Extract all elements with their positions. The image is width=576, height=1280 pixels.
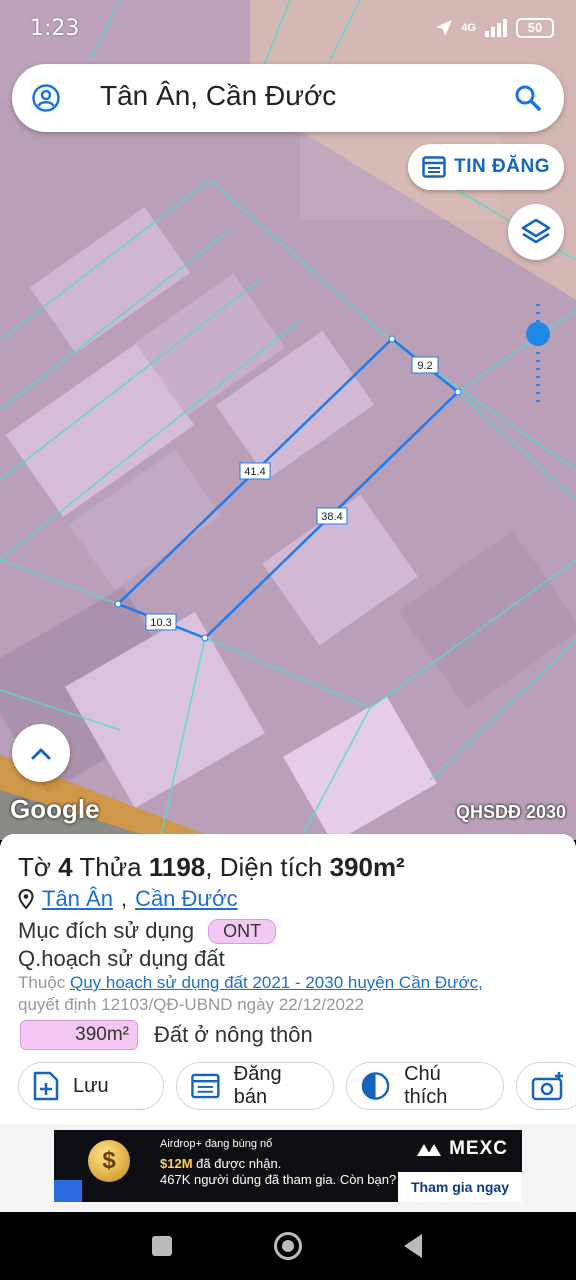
parcel-title: Tờ 4 Thửa 1198, Diện tích 390m² xyxy=(18,852,405,883)
plan-decision: quyết định 12103/QĐ-UBND ngày 22/12/2022 xyxy=(18,995,364,1014)
google-logo: Google xyxy=(10,794,100,824)
area-label: , Diện tích xyxy=(205,852,323,882)
search-input[interactable]: Tân Ân, Cần Đước xyxy=(100,80,336,112)
expand-button[interactable] xyxy=(12,724,70,782)
battery-icon: 50 xyxy=(516,18,554,38)
recent-apps-button[interactable] xyxy=(152,1236,172,1256)
add-photo-icon xyxy=(531,1072,563,1101)
ad-line3: 467K người dùng đã tham gia. Còn bạn? xyxy=(160,1172,397,1187)
map-layer-label: QHSDĐ 2030 xyxy=(455,802,566,822)
ward-link[interactable]: Tân Ân xyxy=(42,886,113,912)
plot-number: 1198 xyxy=(148,852,206,882)
save-button[interactable]: Lưu xyxy=(18,1062,164,1110)
legend-button[interactable]: Chú thích xyxy=(346,1062,504,1110)
post-sale-button[interactable]: Đăng bán xyxy=(176,1062,334,1110)
layers-button[interactable] xyxy=(508,204,564,260)
zone-area-row: 390m² Đất ở nông thôn xyxy=(20,1020,313,1050)
edge-label-bottom: 10.3 xyxy=(150,617,171,629)
action-row: Lưu Đăng bán Chú thích xyxy=(18,1062,576,1110)
ad-line1: Airdrop+ đang bùng nổ xyxy=(160,1138,273,1150)
search-icon[interactable] xyxy=(514,84,542,112)
save-label: Lưu xyxy=(73,1074,109,1097)
plan-link[interactable]: Quy hoạch sử dụng đất 2021 - 2030 huyện … xyxy=(70,973,483,992)
zone-area-chip: 390m² xyxy=(20,1020,138,1050)
ad-cta-button[interactable]: Tham gia ngay xyxy=(398,1172,522,1202)
signal-icon xyxy=(485,19,507,37)
search-bar[interactable]: Tân Ân, Cần Đước xyxy=(12,64,564,132)
coin-icon: $ xyxy=(88,1140,130,1182)
purpose-label: Mục đích sử dụng xyxy=(18,918,195,943)
ad-info-icon[interactable] xyxy=(54,1180,82,1202)
plan-prefix: Thuộc xyxy=(18,973,66,992)
purpose-row: Mục đích sử dụng ONT xyxy=(18,918,277,944)
area-value: 390m² xyxy=(329,852,405,882)
status-icons: 4G 50 xyxy=(435,18,554,38)
camera-button[interactable] xyxy=(516,1062,576,1110)
purpose-code-badge: ONT xyxy=(208,918,277,944)
post-sale-label: Đăng bán xyxy=(233,1063,282,1108)
legend-label: Chú thích xyxy=(404,1063,448,1108)
network-type: 4G xyxy=(461,22,476,34)
ad-amount: $12M xyxy=(160,1156,193,1171)
sheet-number: 4 xyxy=(58,852,73,882)
ad-banner[interactable]: $ Airdrop+ đang bùng nổ $12M đã được nhậ… xyxy=(54,1130,522,1202)
map-view[interactable]: 9.2 41.4 38.4 10.3 1:23 4G 50 Tân Ân, Cầ… xyxy=(0,0,576,840)
zone-description: Đất ở nông thôn xyxy=(154,1022,313,1047)
ad-brand-name: MEXC xyxy=(449,1138,508,1159)
edge-label-left: 41.4 xyxy=(244,466,265,478)
listing-icon xyxy=(191,1073,220,1099)
ad-container: $ Airdrop+ đang bùng nổ $12M đã được nhậ… xyxy=(0,1124,576,1212)
opacity-slider[interactable] xyxy=(526,302,550,410)
listings-button[interactable]: TIN ĐĂNG xyxy=(408,144,564,190)
add-file-icon xyxy=(33,1071,59,1101)
account-icon[interactable] xyxy=(32,84,60,112)
sheet-label: Tờ xyxy=(18,852,51,882)
plan-title: Q.hoạch sử dụng đất xyxy=(18,946,225,971)
district-link[interactable]: Cần Đước xyxy=(135,886,238,912)
plot-label: Thửa xyxy=(79,852,142,882)
home-button[interactable] xyxy=(274,1232,302,1260)
ad-line2-rest: đã được nhận. xyxy=(196,1156,282,1171)
location-row: Tân Ân, Cần Đước xyxy=(18,886,238,912)
layers-icon xyxy=(521,218,551,244)
contrast-icon xyxy=(361,1072,390,1100)
navigation-bar xyxy=(0,1212,576,1280)
listings-label: TIN ĐĂNG xyxy=(454,156,550,177)
listing-icon xyxy=(422,156,446,178)
ad-line2: $12M đã được nhận. xyxy=(160,1156,281,1171)
location-arrow-icon xyxy=(436,20,453,36)
chevron-up-icon xyxy=(31,748,51,760)
parcel-info-panel: Tờ 4 Thửa 1198, Diện tích 390m² Tân Ân, … xyxy=(0,834,576,1124)
edge-label-top: 9.2 xyxy=(417,360,432,372)
mexc-logo-icon xyxy=(416,1143,441,1156)
status-bar: 1:23 4G 50 xyxy=(0,0,576,58)
status-time: 1:23 xyxy=(30,16,80,41)
ad-brand: MEXC xyxy=(416,1138,508,1160)
edge-label-right: 38.4 xyxy=(321,511,342,523)
map-pin-icon xyxy=(18,889,34,909)
plan-description: Thuộc Quy hoạch sử dụng đất 2021 - 2030 … xyxy=(18,972,558,1016)
back-button[interactable] xyxy=(404,1234,422,1258)
